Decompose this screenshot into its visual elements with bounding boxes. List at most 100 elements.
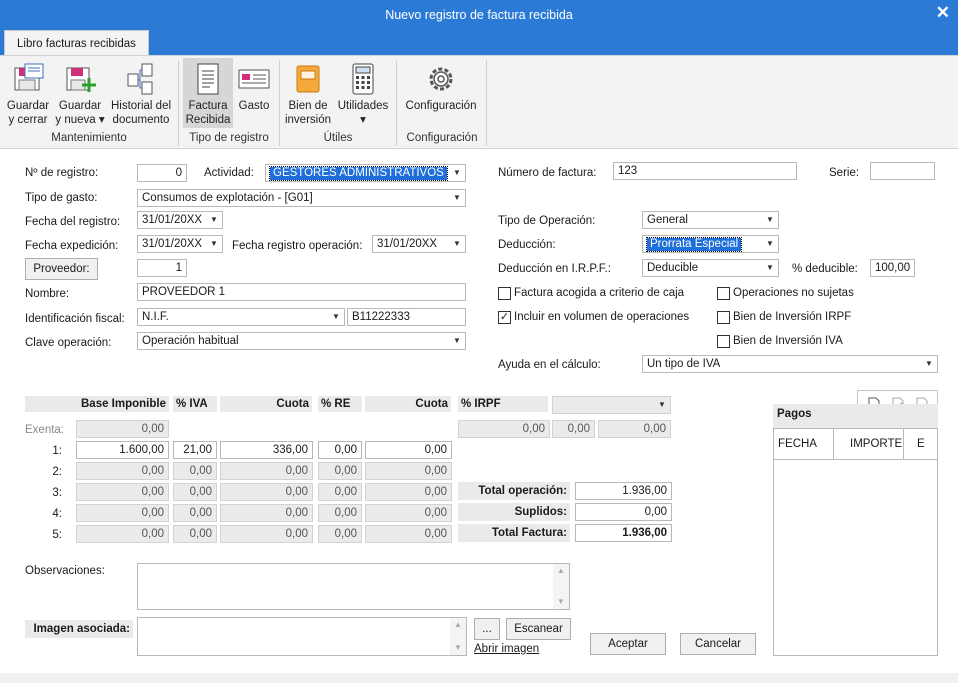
tab-libro-facturas[interactable]: Libro facturas recibidas (4, 30, 149, 56)
configuracion-button[interactable]: Configuración (401, 58, 481, 128)
bien-inversion-button[interactable]: Bien de inversión (283, 58, 333, 128)
row2-re[interactable]: 0,00 (318, 462, 362, 480)
deduccion-irpf-select[interactable]: Deducible ▼ (642, 259, 779, 277)
num-registro-field[interactable]: 0 (137, 164, 187, 182)
chk-volumen[interactable]: ✓ (498, 311, 511, 324)
tipo-gasto-select[interactable]: Consumos de explotación - [G01] ▼ (137, 189, 466, 207)
row1-cuota[interactable]: 336,00 (220, 441, 313, 459)
exenta-label: Exenta: (25, 424, 64, 436)
row5-base[interactable]: 0,00 (76, 525, 169, 543)
row3-iva[interactable]: 0,00 (173, 483, 217, 501)
fecha-registro-field[interactable]: 31/01/20XX ▼ (137, 211, 223, 229)
chevron-down-icon[interactable]: ▼ (762, 236, 778, 252)
pagos-col-e[interactable]: E (917, 438, 925, 450)
chevron-down-icon[interactable]: ▼ (449, 236, 465, 252)
scroll-down-icon[interactable]: ▼ (450, 641, 466, 655)
escanear-button[interactable]: Escanear (506, 618, 571, 640)
row3-cuota[interactable]: 0,00 (220, 483, 313, 501)
suplidos-field[interactable]: 0,00 (575, 503, 672, 521)
proveedor-button[interactable]: Proveedor: (25, 258, 98, 280)
ident-num-field[interactable]: B11222333 (347, 308, 466, 326)
header-pct-iva: % IVA (173, 396, 217, 412)
abrir-imagen-link[interactable]: Abrir imagen (474, 643, 539, 655)
chevron-down-icon[interactable]: ▼ (762, 212, 778, 228)
cancelar-button[interactable]: Cancelar (680, 633, 756, 655)
scrollbar[interactable]: ▲ ▼ (450, 618, 466, 655)
irpf-select[interactable]: ▼ (552, 396, 671, 414)
ayuda-select[interactable]: Un tipo de IVA ▼ (642, 355, 938, 373)
row1-base[interactable]: 1.600,00 (76, 441, 169, 459)
pct-deducible-field[interactable]: 100,00 (870, 259, 915, 277)
row2-cuota[interactable]: 0,00 (220, 462, 313, 480)
row2-base[interactable]: 0,00 (76, 462, 169, 480)
row3-cuota-re[interactable]: 0,00 (365, 483, 452, 501)
chevron-down-icon[interactable]: ▼ (449, 333, 465, 349)
total-op-field[interactable]: 1.936,00 (575, 482, 672, 500)
guardar-cerrar-button[interactable]: Guardar y cerrar (4, 58, 52, 128)
num-factura-field[interactable]: 123 (613, 162, 797, 180)
total-factura-field[interactable]: 1.936,00 (575, 524, 672, 542)
proveedor-field[interactable]: 1 (137, 259, 187, 277)
close-icon[interactable]: ✕ (936, 3, 950, 23)
utilidades-button[interactable]: Utilidades ▾ (335, 58, 391, 128)
row4-iva[interactable]: 0,00 (173, 504, 217, 522)
row4-re[interactable]: 0,00 (318, 504, 362, 522)
deduccion-select[interactable]: Prorrata Especial ▼ (642, 235, 779, 253)
chevron-down-icon[interactable]: ▼ (206, 236, 222, 252)
tipo-op-select[interactable]: General ▼ (642, 211, 779, 229)
chevron-down-icon[interactable]: ▼ (762, 260, 778, 276)
row3-base[interactable]: 0,00 (76, 483, 169, 501)
chevron-down-icon[interactable]: ▼ (921, 356, 937, 372)
irpf-pct-field[interactable]: 0,00 (552, 420, 595, 438)
actividad-select[interactable]: GESTORES ADMINISTRATIVOS ▼ (265, 164, 466, 182)
historial-button[interactable]: Historial del documento (108, 58, 174, 128)
row3-re[interactable]: 0,00 (318, 483, 362, 501)
browse-button[interactable]: ... (474, 618, 500, 640)
chevron-down-icon[interactable]: ▼ (654, 397, 670, 413)
exenta-field[interactable]: 0,00 (76, 420, 169, 438)
scroll-down-icon[interactable]: ▼ (553, 595, 569, 609)
row2-iva[interactable]: 0,00 (173, 462, 217, 480)
row5-iva[interactable]: 0,00 (173, 525, 217, 543)
irpf-base-field[interactable]: 0,00 (458, 420, 550, 438)
row1-iva[interactable]: 21,00 (173, 441, 217, 459)
row4-cuota[interactable]: 0,00 (220, 504, 313, 522)
row5-cuota-re[interactable]: 0,00 (365, 525, 452, 543)
aceptar-button[interactable]: Aceptar (590, 633, 666, 655)
clave-select[interactable]: Operación habitual ▼ (137, 332, 466, 350)
chk-criterio-caja[interactable] (498, 287, 511, 300)
factura-recibida-button[interactable]: Factura Recibida (183, 58, 233, 128)
row5-re[interactable]: 0,00 (318, 525, 362, 543)
chevron-down-icon[interactable]: ▼ (206, 212, 222, 228)
pagos-col-fecha[interactable]: FECHA (778, 438, 817, 450)
chk-no-sujetas[interactable] (717, 287, 730, 300)
scrollbar[interactable]: ▲ ▼ (553, 564, 569, 609)
row1-re[interactable]: 0,00 (318, 441, 362, 459)
fecha-expedicion-field[interactable]: 31/01/20XX ▼ (137, 235, 223, 253)
chevron-down-icon[interactable]: ▼ (449, 165, 465, 181)
scroll-up-icon[interactable]: ▲ (450, 618, 466, 632)
chevron-down-icon[interactable]: ▼ (328, 309, 344, 325)
nombre-field[interactable]: PROVEEDOR 1 (137, 283, 466, 301)
ident-label: Identificación fiscal: (25, 313, 125, 325)
guardar-nueva-button[interactable]: Guardar y nueva ▾ (55, 58, 105, 128)
ident-tipo-select[interactable]: N.I.F. ▼ (137, 308, 345, 326)
row4-base[interactable]: 0,00 (76, 504, 169, 522)
observaciones-field[interactable]: ▲ ▼ (137, 563, 570, 610)
chevron-down-icon[interactable]: ▼ (449, 190, 465, 206)
imagen-field[interactable]: ▲ ▼ (137, 617, 467, 656)
row1-cuota-re[interactable]: 0,00 (365, 441, 452, 459)
chk-bien-iva[interactable] (717, 335, 730, 348)
chk-bien-irpf[interactable] (717, 311, 730, 324)
row4-cuota-re[interactable]: 0,00 (365, 504, 452, 522)
pagos-col-importe[interactable]: IMPORTE (850, 438, 902, 450)
fecha-reg-op-field[interactable]: 31/01/20XX ▼ (372, 235, 466, 253)
serie-field[interactable] (870, 162, 935, 180)
gasto-button[interactable]: Gasto (235, 58, 273, 128)
scroll-up-icon[interactable]: ▲ (553, 564, 569, 578)
row2-cuota-re[interactable]: 0,00 (365, 462, 452, 480)
row5-cuota[interactable]: 0,00 (220, 525, 313, 543)
irpf-cuota-field[interactable]: 0,00 (598, 420, 671, 438)
pagos-header: FECHA IMPORTE E (774, 429, 937, 460)
num-factura-label: Número de factura: (498, 167, 597, 179)
